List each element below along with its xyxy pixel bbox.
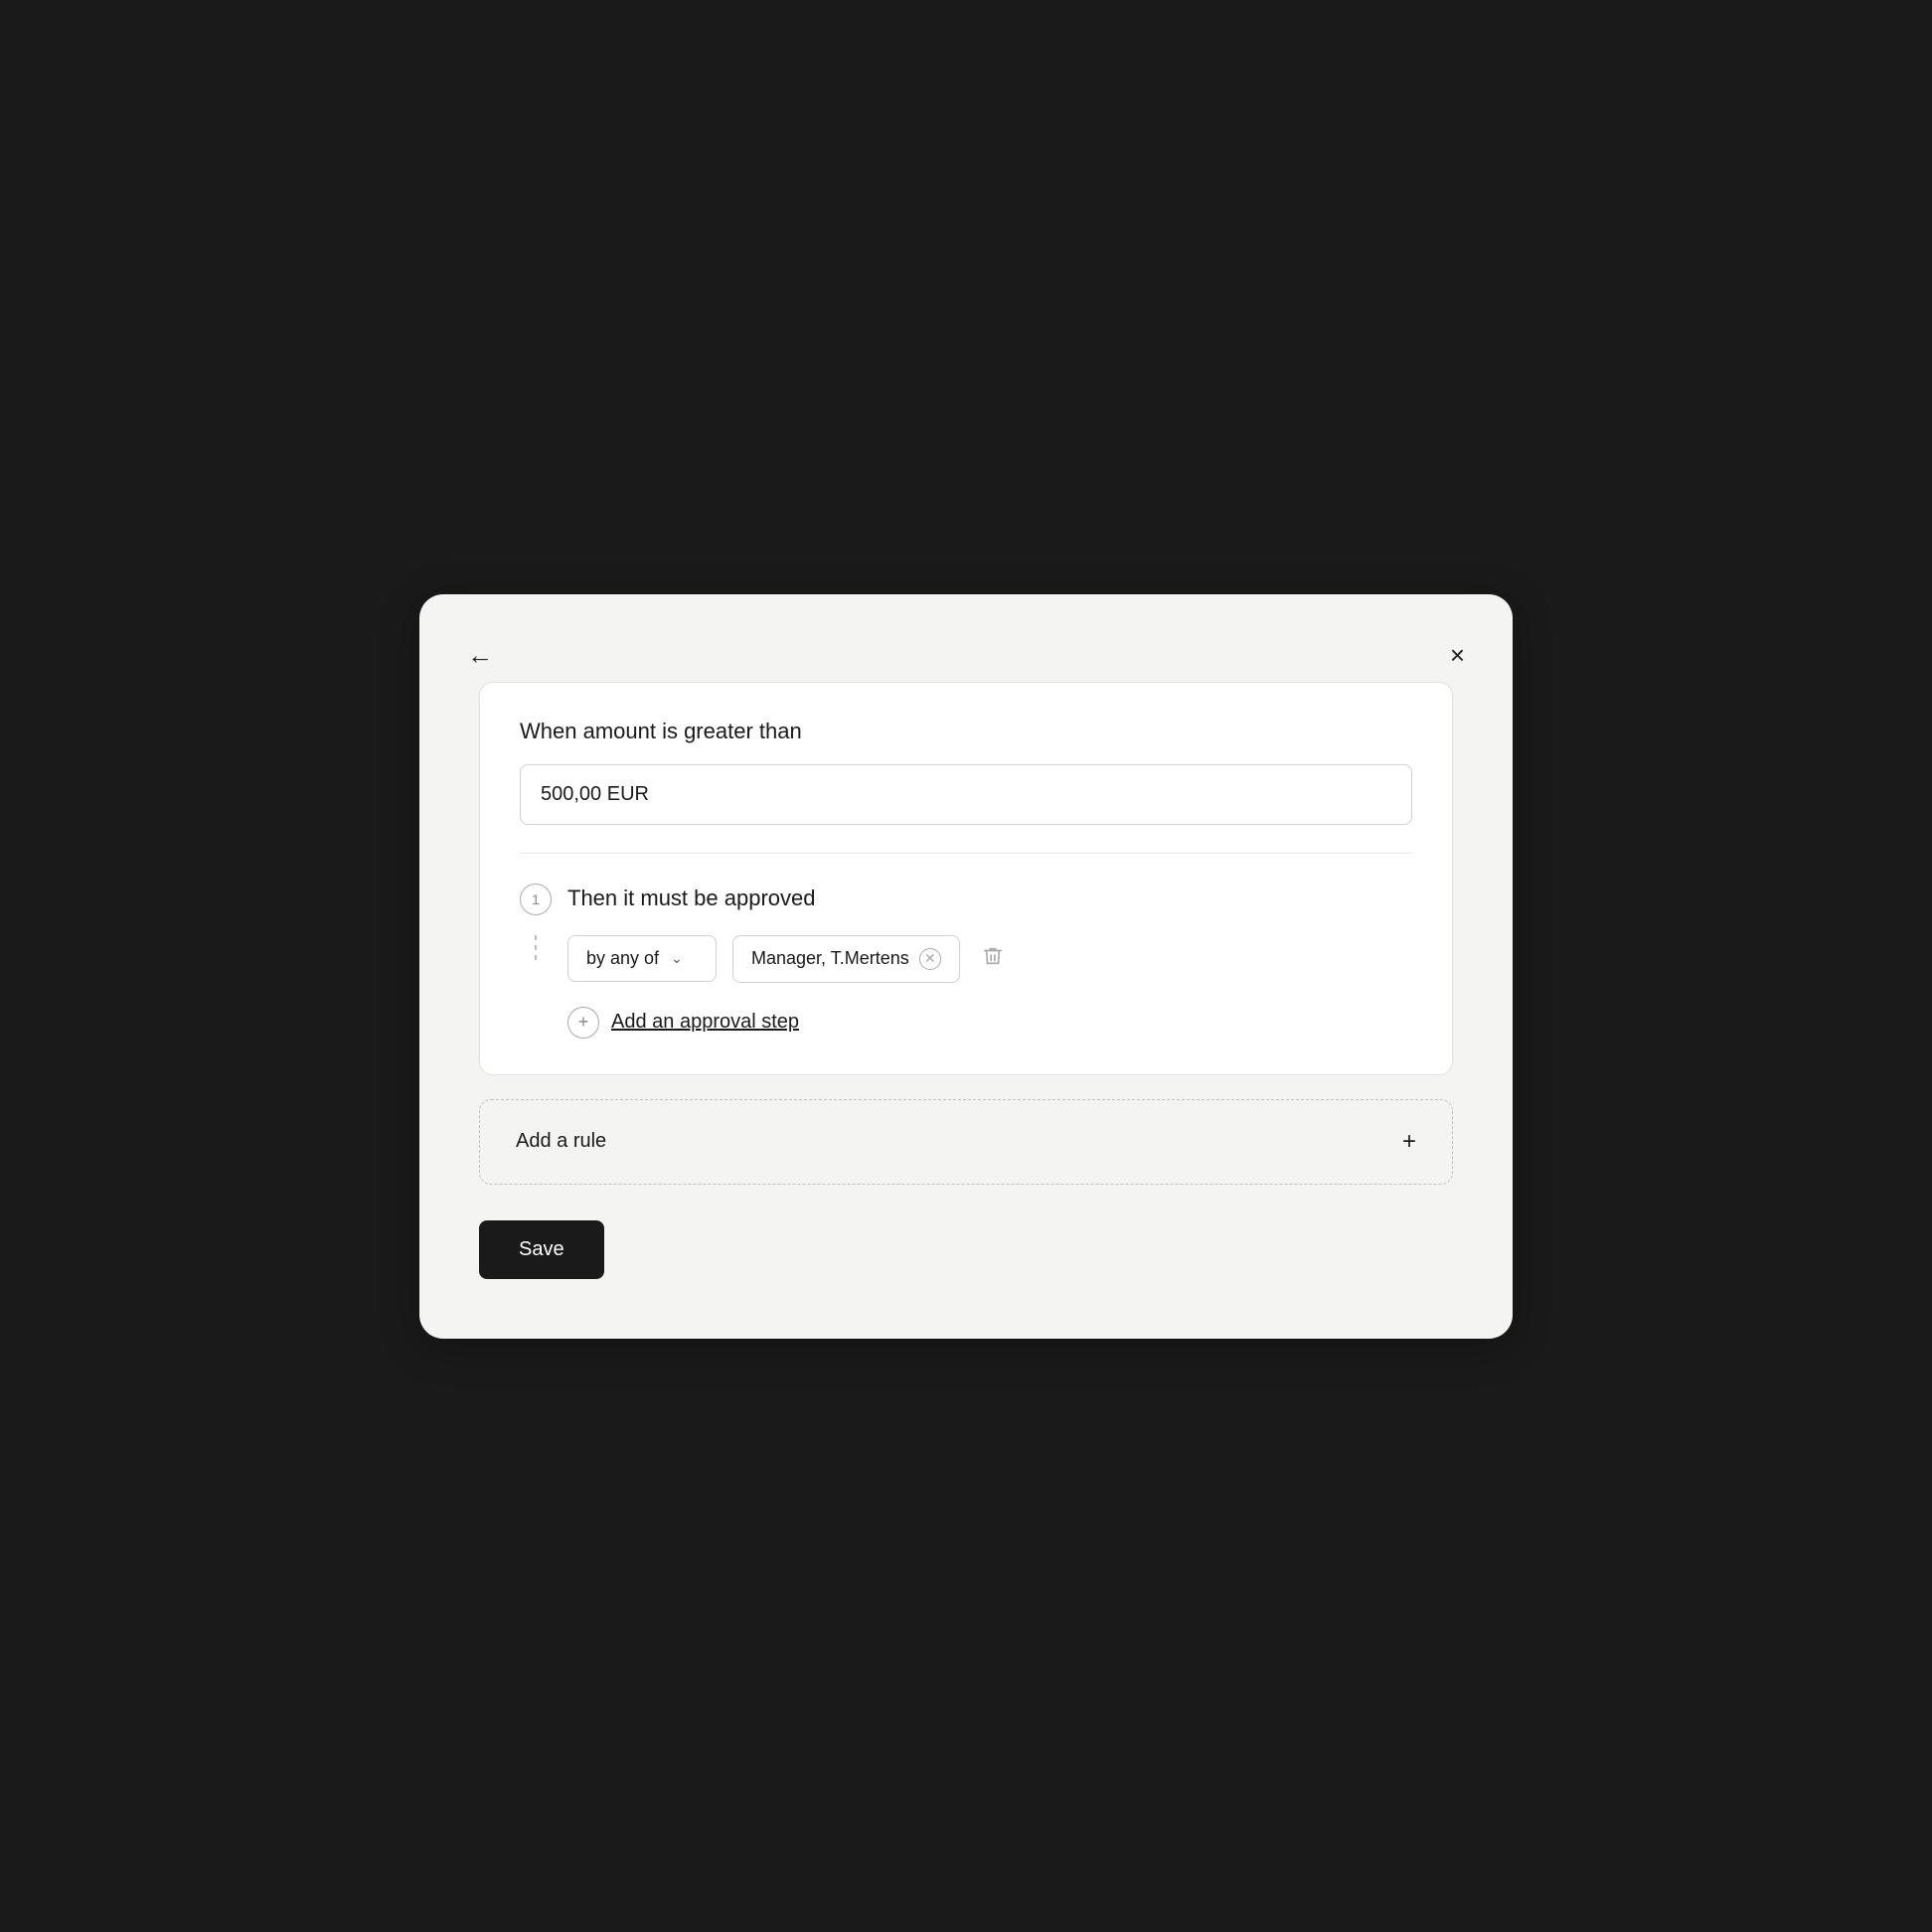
approver-chip: Manager, T.Mertens ✕	[732, 935, 960, 983]
close-icon: ✕	[924, 950, 936, 967]
rule-card: When amount is greater than 1 Then it mu…	[479, 682, 1453, 1075]
add-rule-card[interactable]: Add a rule +	[479, 1099, 1453, 1185]
step-badge: 1	[520, 884, 552, 915]
approver-name: Manager, T.Mertens	[751, 948, 909, 969]
chevron-down-icon: ⌄	[671, 950, 683, 967]
add-step-icon-button[interactable]: +	[567, 1007, 599, 1039]
add-step-row: + Add an approval step	[567, 1007, 1412, 1039]
dropdown-label: by any of	[586, 948, 659, 969]
close-button[interactable]: ×	[1446, 638, 1469, 672]
approval-title: Then it must be approved	[567, 882, 815, 911]
approval-type-dropdown[interactable]: by any of ⌄	[567, 935, 717, 982]
delete-step-button[interactable]	[976, 939, 1010, 979]
amount-input[interactable]	[520, 764, 1412, 825]
remove-approver-button[interactable]: ✕	[919, 948, 941, 970]
approval-controls-row: by any of ⌄ Manager, T.Mertens ✕	[567, 935, 1412, 983]
approval-section: 1 Then it must be approved by any of ⌄	[520, 882, 1412, 1039]
add-approval-step-link[interactable]: Add an approval step	[611, 1011, 799, 1034]
connector-line	[535, 935, 537, 965]
trash-icon	[982, 945, 1004, 973]
save-button[interactable]: Save	[479, 1220, 604, 1279]
connector-col	[520, 935, 552, 965]
back-button[interactable]: ←	[463, 638, 497, 672]
condition-title: When amount is greater than	[520, 719, 1412, 744]
add-rule-label: Add a rule	[516, 1130, 606, 1153]
plus-circle-icon: +	[578, 1012, 589, 1033]
approval-header-row: 1 Then it must be approved	[520, 882, 1412, 915]
content-area: When amount is greater than 1 Then it mu…	[479, 682, 1453, 1279]
section-divider	[520, 853, 1412, 854]
add-rule-plus-icon: +	[1402, 1128, 1416, 1156]
modal-container: ← × When amount is greater than 1 Then i…	[419, 594, 1513, 1339]
